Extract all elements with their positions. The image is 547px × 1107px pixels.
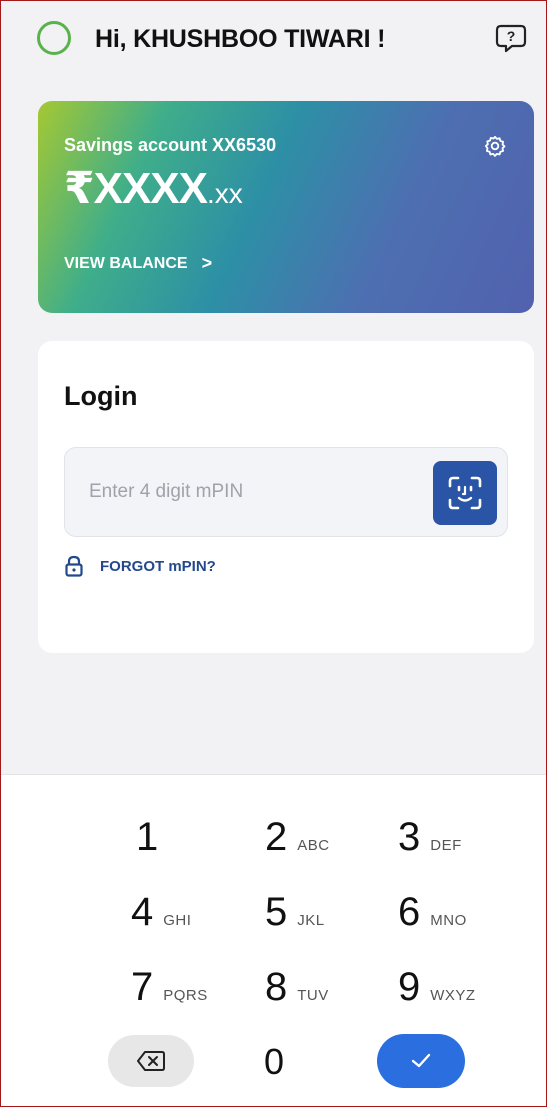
mpin-input[interactable]: Enter 4 digit mPIN — [64, 447, 508, 537]
backspace-icon — [137, 1051, 165, 1071]
key-number: 4 — [131, 890, 154, 934]
gear-icon[interactable] — [484, 135, 506, 157]
key-number: 3 — [398, 815, 421, 859]
key-6[interactable]: 6 MNO — [398, 890, 467, 935]
key-5[interactable]: 5 JKL — [265, 890, 325, 935]
key-9[interactable]: 9 WXYZ — [398, 965, 476, 1010]
mpin-placeholder: Enter 4 digit mPIN — [89, 481, 244, 502]
view-balance-button[interactable]: VIEW BALANCE > — [64, 253, 212, 274]
greeting-text: Hi, KHUSHBOO TIWARI ! — [95, 25, 386, 53]
header: Hi, KHUSHBOO TIWARI ! ? — [1, 1, 546, 81]
face-id-icon — [448, 476, 482, 510]
key-letters: TUV — [297, 987, 329, 1004]
key-letters: DEF — [430, 837, 462, 854]
balance-value: ₹XXXX.xx — [64, 163, 243, 214]
key-number: 9 — [398, 965, 421, 1009]
lock-icon — [65, 555, 83, 577]
key-4[interactable]: 4 GHI — [131, 890, 191, 935]
key-letters: PQRS — [163, 987, 208, 1004]
numeric-keypad: 1 2 ABC 3 DEF 4 GHI 5 JKL 6 MNO 7 PQRS 8 — [1, 774, 546, 1106]
check-icon — [411, 1053, 431, 1068]
balance-main: ₹XXXX — [64, 164, 208, 213]
key-letters: ABC — [297, 837, 330, 854]
key-letters: WXYZ — [430, 987, 476, 1004]
account-card: Savings account XX6530 ₹XXXX.xx VIEW BAL… — [38, 101, 534, 313]
app-screen: Hi, KHUSHBOO TIWARI ! ? Savings account … — [0, 0, 547, 1107]
svg-text:?: ? — [507, 28, 516, 44]
key-7[interactable]: 7 PQRS — [131, 965, 208, 1010]
login-card: Login Enter 4 digit mPIN FORGOT mPIN? — [38, 341, 534, 653]
forgot-mpin-label: FORGOT mPIN? — [100, 557, 216, 575]
confirm-button[interactable] — [377, 1034, 465, 1088]
key-0[interactable]: 0 — [264, 1041, 284, 1083]
key-number: 2 — [265, 815, 288, 859]
key-number: 1 — [136, 815, 159, 859]
key-number: 7 — [131, 965, 154, 1009]
balance-decimal: .xx — [207, 178, 243, 209]
view-balance-label: VIEW BALANCE — [64, 254, 188, 272]
key-3[interactable]: 3 DEF — [398, 815, 462, 860]
key-number: 8 — [265, 965, 288, 1009]
key-1[interactable]: 1 — [136, 815, 168, 860]
avatar-ring-icon[interactable] — [37, 21, 71, 55]
login-title: Login — [64, 381, 138, 411]
key-number: 5 — [265, 890, 288, 934]
forgot-mpin-link[interactable]: FORGOT mPIN? — [64, 555, 216, 577]
key-number: 0 — [264, 1041, 285, 1082]
backspace-button[interactable] — [108, 1035, 194, 1087]
key-8[interactable]: 8 TUV — [265, 965, 329, 1010]
help-chat-icon[interactable]: ? — [494, 23, 528, 53]
face-id-button[interactable] — [433, 461, 497, 525]
chevron-right-icon: > — [201, 253, 213, 273]
key-letters: GHI — [163, 912, 192, 929]
account-title: Savings account XX6530 — [64, 135, 277, 155]
key-letters: MNO — [430, 912, 467, 929]
key-letters: JKL — [297, 912, 325, 929]
key-2[interactable]: 2 ABC — [265, 815, 330, 860]
key-number: 6 — [398, 890, 421, 934]
